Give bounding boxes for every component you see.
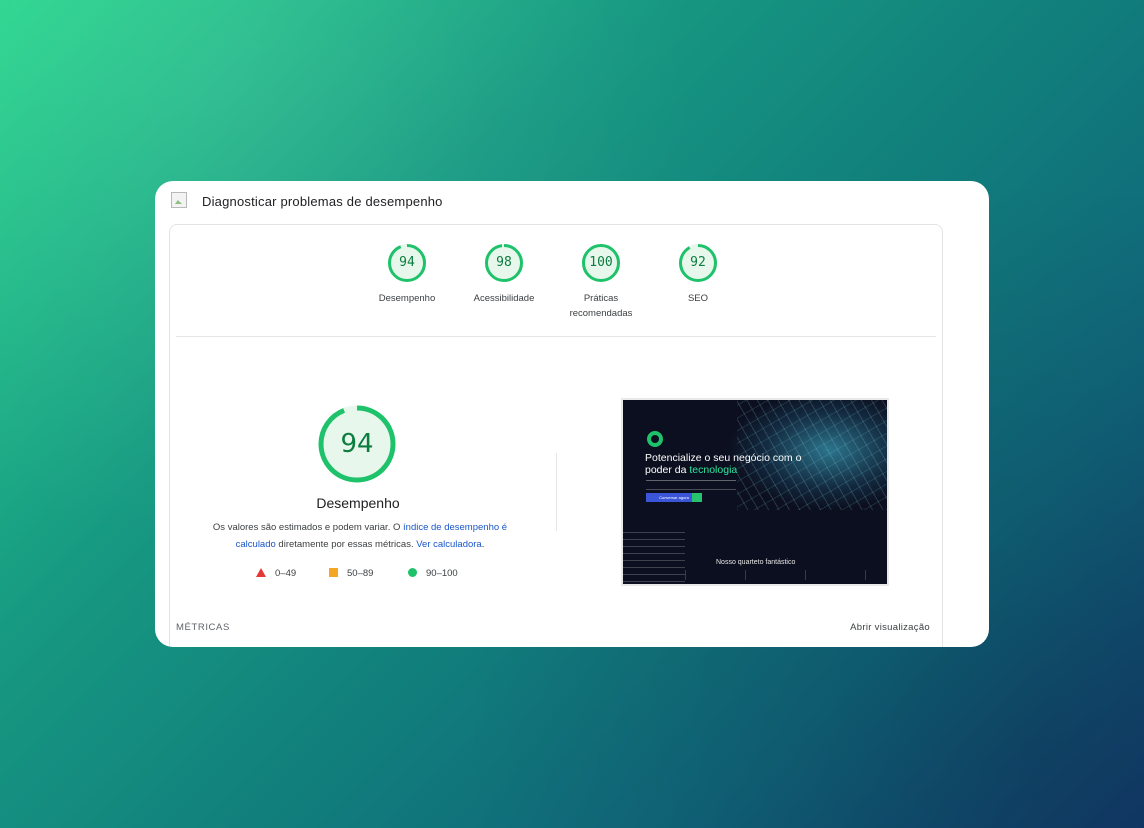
lighthouse-report-card: Diagnosticar problemas de desempenho 94 … [155,181,989,647]
score-label: Acessibilidade [473,293,535,304]
legend-item-pass: 90–100 [408,568,458,579]
score-label-line1: Práticas [583,293,619,304]
performance-description: Os valores são estimados e podem variar.… [200,519,520,553]
score-label: Desempenho [378,293,436,304]
legend-range: 90–100 [426,568,458,579]
score-gauge-seo[interactable]: 92 SEO [653,243,743,306]
headline-accent: tecnologia [689,464,738,476]
score-gauge-desempenho[interactable]: 94 Desempenho [362,243,452,306]
score-value: 98 [496,255,512,270]
report-panel: 94 Desempenho 98 Acessibilidade 100 Prát… [169,224,943,647]
legend-range: 50–89 [347,568,374,579]
divider [176,336,936,337]
circle-icon [408,568,417,577]
score-label-line2: recomendadas [569,308,633,319]
brand-logo-icon [647,431,663,447]
open-view-toggle[interactable]: Abrir visualização [850,622,930,633]
performance-gauge: 94 [317,404,397,484]
score-gauge-praticas-recomendadas[interactable]: 100 Práticas recomendadas [556,243,646,321]
metrics-heading: MÉTRICAS [176,622,230,633]
performance-score: 94 [340,429,374,459]
score-label: SEO [687,293,709,304]
desc-text: . [481,539,485,550]
score-value: 100 [589,255,613,270]
divider [556,453,557,531]
score-label: Práticas recomendadas [556,291,646,321]
desc-text: diretamente por essas métricas. [275,539,417,550]
screenshot-grid [685,570,887,580]
score-value: 94 [399,255,415,270]
page-screenshot[interactable]: Potencialize o seu negócio com o poder d… [621,398,889,586]
screenshot-cta: Conversar agora [646,493,702,502]
desc-text: Os valores são estimados e podem variar.… [212,522,404,533]
legend-item-average: 50–89 [329,568,373,579]
performance-title: Desempenho [316,495,400,511]
screenshot-subtext [646,480,736,490]
screenshot-section-title: Nosso quarteto fantástico [716,559,796,566]
calculator-link[interactable]: Ver calculadora [416,539,481,550]
square-icon [329,568,338,577]
score-gauge-acessibilidade[interactable]: 98 Acessibilidade [459,243,549,306]
score-value: 92 [690,255,706,270]
broken-image-icon [171,192,187,208]
triangle-icon [256,568,266,577]
page-title: Diagnosticar problemas de desempenho [202,194,443,209]
screenshot-text-column [623,532,685,584]
legend-item-fail: 0–49 [256,568,296,579]
legend-range: 0–49 [275,568,297,579]
screenshot-headline: Potencialize o seu negócio com o poder d… [645,452,805,476]
